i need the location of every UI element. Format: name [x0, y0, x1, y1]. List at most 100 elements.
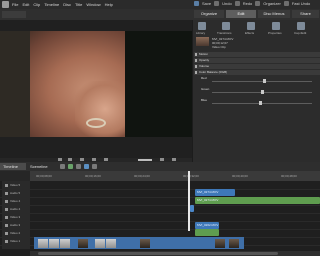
speaker-icon[interactable]: [5, 192, 8, 195]
ruler-mark: 00;00;24;00: [134, 174, 150, 178]
go-to-end-icon[interactable]: [104, 158, 108, 161]
go-to-start-icon[interactable]: [58, 158, 62, 161]
track-name: Audio 4: [10, 207, 21, 211]
playhead[interactable]: [188, 171, 190, 231]
timeline-scrollbar[interactable]: [30, 251, 320, 256]
tab-edit[interactable]: Edit: [226, 10, 256, 18]
video-clip[interactable]: MVI_0274.MOV: [195, 189, 235, 196]
marker-clip[interactable]: [190, 205, 194, 212]
section-opacity[interactable]: Opacity: [194, 58, 320, 63]
play-icon[interactable]: [80, 158, 84, 161]
ruler-mark: 00;00;32;00: [183, 174, 199, 178]
timeline-tab-label[interactable]: Timeline: [3, 164, 18, 169]
clip-thumb: [140, 239, 150, 248]
video-preview[interactable]: [0, 31, 192, 137]
prop-green-label: Green: [201, 87, 210, 91]
preview-shadow: [125, 31, 192, 137]
ruler-mark: 00;00;16;00: [85, 174, 101, 178]
menu-window[interactable]: Window: [86, 2, 100, 7]
clip-thumbnail: [196, 37, 209, 46]
library-icon[interactable]: [198, 22, 206, 30]
menu-file[interactable]: File: [12, 2, 18, 7]
app-logo-icon: [2, 1, 9, 8]
clip-type: Video Clip: [212, 45, 226, 49]
track-name: Video 1: [10, 239, 21, 243]
audio-clip[interactable]: MVI_0274.MOV: [195, 197, 320, 204]
preview-ring: [86, 118, 106, 128]
transitions-icon[interactable]: [222, 22, 230, 30]
ruler-mark: 00;00;08;00: [36, 174, 52, 178]
menu-help[interactable]: Help: [105, 2, 113, 7]
fast-undo-icon[interactable]: [283, 1, 289, 6]
effects-icon[interactable]: [247, 22, 255, 30]
clip-thumb: [78, 239, 88, 248]
toolbar-block: [2, 11, 26, 18]
save-icon[interactable]: [194, 1, 199, 6]
menu-clip[interactable]: Clip: [33, 2, 40, 7]
track-name: Video 4: [10, 199, 21, 203]
speaker-icon[interactable]: [5, 208, 8, 211]
monitor-options-icon[interactable]: [172, 158, 176, 161]
step-back-icon[interactable]: [68, 158, 72, 161]
smart-mix-icon[interactable]: [92, 164, 97, 169]
tab-share[interactable]: Share: [292, 10, 319, 18]
scrollbar-thumb[interactable]: [38, 252, 278, 255]
visibility-icon[interactable]: [5, 216, 8, 219]
clip-thumb: [229, 239, 239, 248]
tab-disc-menus[interactable]: Disc Menus: [258, 10, 290, 18]
menu-title[interactable]: Title: [75, 2, 82, 7]
menu-edit[interactable]: Edit: [22, 2, 29, 7]
narration-icon[interactable]: [84, 164, 89, 169]
track-name: Video 3: [10, 215, 21, 219]
shuttle-slider[interactable]: [138, 159, 152, 161]
clip-thumb: [106, 239, 116, 248]
ruler-mark: 00;00;48;00: [281, 174, 297, 178]
effects-label: Effects: [245, 31, 255, 35]
prop-red-label: Red: [201, 76, 207, 80]
visibility-icon[interactable]: [5, 200, 8, 203]
visibility-icon[interactable]: [5, 232, 8, 235]
blue-slider-track[interactable]: [212, 103, 312, 104]
organizer-button[interactable]: Organizer: [263, 1, 281, 6]
properties-icon[interactable]: [272, 22, 280, 30]
properties-label: Properties: [268, 31, 282, 35]
video-clip[interactable]: MVI_0262.MOV: [195, 222, 219, 229]
save-button[interactable]: Save: [202, 1, 211, 6]
visibility-icon[interactable]: [5, 240, 8, 243]
section-motion[interactable]: Motion: [194, 52, 320, 57]
clip-thumb: [215, 239, 225, 248]
timeline-header: Timeline Sceneline: [0, 162, 320, 171]
sceneline-tab-label[interactable]: Sceneline: [30, 164, 48, 169]
green-slider-knob[interactable]: [260, 90, 264, 94]
track-name: Audio 3: [10, 223, 21, 227]
tab-organize[interactable]: Organize: [194, 10, 224, 18]
track-name: Video 2: [10, 231, 21, 235]
timeline-ruler[interactable]: 00;00;08;00 00;00;16;00 00;00;24;00 00;0…: [30, 171, 320, 181]
speaker-icon[interactable]: [5, 224, 8, 227]
red-slider-knob[interactable]: [262, 79, 266, 83]
clip-label: MVI_0274.MOV: [197, 198, 219, 202]
redo-button[interactable]: Redo: [243, 1, 253, 6]
undo-icon[interactable]: [214, 1, 220, 6]
audio-mix-icon[interactable]: [68, 164, 73, 169]
clip-thumb: [49, 239, 59, 248]
menu-disc[interactable]: Disc: [63, 2, 71, 7]
split-clip-icon[interactable]: [160, 158, 164, 161]
visibility-icon[interactable]: [5, 184, 8, 187]
capture-icon[interactable]: [297, 22, 305, 30]
redo-icon[interactable]: [234, 1, 240, 6]
zoom-icon[interactable]: [60, 164, 65, 169]
fast-undo-button[interactable]: Fast Undo: [292, 1, 310, 6]
section-color-balance[interactable]: Color Balance (RGB): [194, 70, 320, 75]
marker-icon[interactable]: [76, 164, 81, 169]
step-forward-icon[interactable]: [92, 158, 96, 161]
clip-thumb: [95, 239, 105, 248]
undo-button[interactable]: Undo: [222, 1, 232, 6]
audio-clip[interactable]: [195, 229, 219, 236]
section-volume[interactable]: Volume: [194, 64, 320, 69]
menu-timeline[interactable]: Timeline: [44, 2, 59, 7]
blue-slider-knob[interactable]: [258, 101, 262, 105]
transitions-label: Transitions: [217, 31, 232, 35]
organizer-icon[interactable]: [255, 1, 261, 6]
clip-label: MVI_0274.MOV: [197, 190, 219, 194]
